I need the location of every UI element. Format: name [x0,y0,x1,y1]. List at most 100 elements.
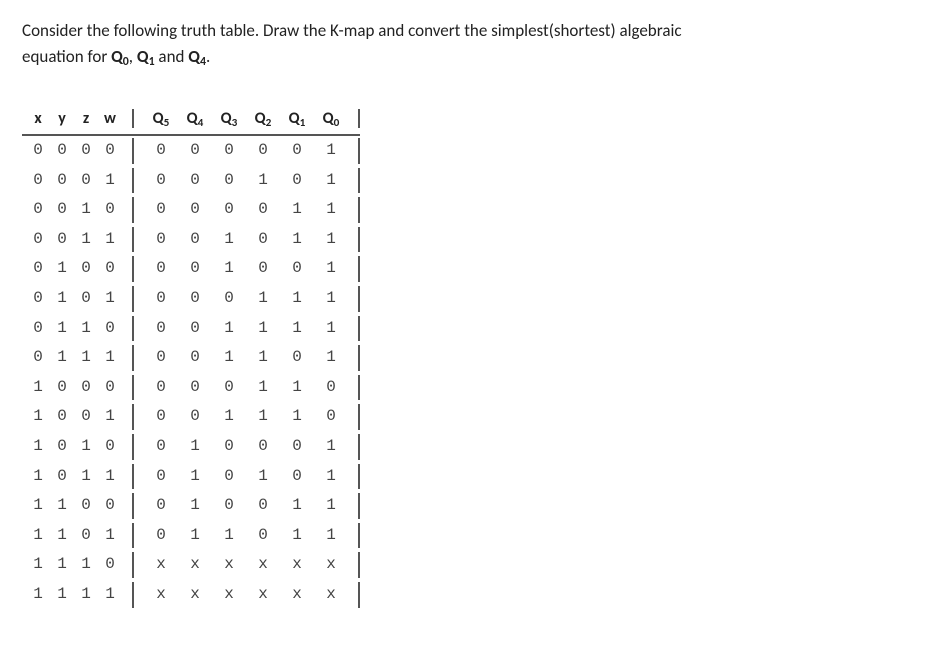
problem-instruction: Consider the following truth table. Draw… [22,18,915,69]
row-inputs: 1010 [22,434,134,460]
input-cell: 1 [98,582,122,608]
output-cell: 0 [144,523,178,549]
row-inputs: 0101 [22,286,134,312]
row-inputs: 0110 [22,316,134,342]
output-cell: 0 [246,138,280,164]
truth-table: x y z w Q5 Q4 Q3 Q2 Q1 Q0 00000000010001… [22,109,360,610]
output-cell: 0 [246,434,280,460]
output-cell: 0 [144,316,178,342]
header-inputs-group: x y z w [22,109,134,128]
output-cell: 1 [280,197,314,223]
input-cell: 0 [74,256,98,282]
output-cell: 1 [280,523,314,549]
header-outputs-group: Q5 Q4 Q3 Q2 Q1 Q0 [134,109,360,128]
output-cell: 0 [144,168,178,194]
output-cell: 1 [314,345,348,371]
table-row: 1100010011 [22,491,360,521]
output-cell: 0 [212,493,246,519]
output-cell: 1 [212,523,246,549]
output-cell: 0 [280,434,314,460]
output-cell: 0 [314,375,348,401]
row-inputs: 0001 [22,168,134,194]
input-cell: 1 [74,197,98,223]
output-cell: 0 [178,345,212,371]
table-header-row: x y z w Q5 Q4 Q3 Q2 Q1 Q0 [22,109,360,136]
input-cell: 0 [26,256,50,282]
input-cell: 0 [50,168,74,194]
output-cell: 1 [212,256,246,282]
input-cell: 1 [98,523,122,549]
input-cell: 1 [74,552,98,578]
input-cell: 1 [26,464,50,490]
input-cell: 0 [50,138,74,164]
output-cell: x [314,582,348,608]
input-cell: 0 [98,138,122,164]
input-cell: 0 [26,316,50,342]
row-inputs: 0011 [22,227,134,253]
instruction-end: . [206,46,210,67]
output-cell: 1 [212,227,246,253]
input-cell: 0 [50,227,74,253]
input-cell: 1 [50,345,74,371]
output-cell: 0 [246,493,280,519]
input-cell: 0 [50,375,74,401]
row-outputs: 001101 [134,345,360,371]
input-cell: 0 [98,316,122,342]
output-cell: 1 [178,434,212,460]
input-cell: 1 [50,523,74,549]
input-cell: 1 [26,552,50,578]
input-cell: 0 [98,197,122,223]
output-cell: x [246,552,280,578]
output-cell: 0 [212,286,246,312]
output-cell: 0 [212,434,246,460]
output-cell: 1 [246,404,280,430]
row-outputs: 001011 [134,227,360,253]
header-output-q0: Q0 [314,109,348,128]
input-cell: 0 [50,197,74,223]
output-cell: 0 [178,227,212,253]
table-row: 0111001101 [22,343,360,373]
q1-sub: 1 [149,55,155,69]
output-cell: 0 [178,375,212,401]
output-cell: 0 [212,168,246,194]
output-cell: x [280,552,314,578]
output-cell: 1 [246,375,280,401]
table-row: 0110001111 [22,314,360,344]
output-cell: 0 [212,464,246,490]
output-cell: 1 [314,256,348,282]
instruction-line1: Consider the following truth table. Draw… [22,20,682,41]
row-outputs: 001110 [134,404,360,430]
output-cell: 0 [144,345,178,371]
input-cell: 0 [74,286,98,312]
instruction-line2-prefix: equation for [22,46,111,67]
table-row: 1010010001 [22,432,360,462]
input-cell: 1 [50,316,74,342]
q4-sub: 4 [200,55,206,69]
input-cell: 0 [98,493,122,519]
row-outputs: 001001 [134,256,360,282]
output-cell: x [280,582,314,608]
row-outputs: 000101 [134,168,360,194]
output-cell: 0 [144,375,178,401]
row-outputs: 000111 [134,286,360,312]
table-row: 0000000001 [22,136,360,166]
output-cell: 0 [280,168,314,194]
output-cell: 0 [144,286,178,312]
row-inputs: 0010 [22,197,134,223]
output-cell: 1 [314,434,348,460]
input-cell: 0 [26,345,50,371]
table-row: 0001000101 [22,166,360,196]
output-cell: x [212,582,246,608]
table-row: 0101000111 [22,284,360,314]
input-cell: 1 [98,464,122,490]
row-outputs: 010011 [134,493,360,519]
output-cell: 1 [246,464,280,490]
input-cell: 0 [26,197,50,223]
output-cell: 1 [212,316,246,342]
row-outputs: xxxxxx [134,582,360,608]
table-row: 1111xxxxxx [22,580,360,610]
row-outputs: 011011 [134,523,360,549]
output-cell: 1 [246,345,280,371]
input-cell: 1 [98,345,122,371]
input-cell: 0 [26,138,50,164]
